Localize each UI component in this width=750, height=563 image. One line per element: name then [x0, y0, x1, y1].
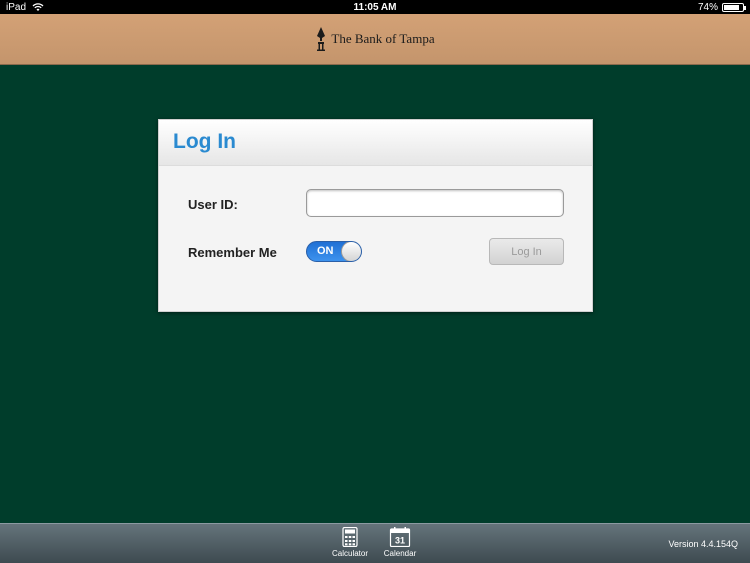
battery-icon: [722, 2, 746, 12]
calendar-day: 31: [395, 536, 405, 546]
user-id-label: User ID:: [188, 197, 238, 212]
bottom-toolbar: Calculator 31 Calendar Version 4.4.154Q: [0, 523, 750, 563]
version-label: Version 4.4.154Q: [668, 539, 738, 549]
calculator-label: Calculator: [331, 549, 368, 558]
calculator-button[interactable]: Calculator: [328, 527, 372, 558]
login-panel: Log In User ID: Remember Me ON Log In: [158, 119, 593, 312]
status-time: 11:05 AM: [353, 1, 397, 13]
fountain-pen-logo-icon: [317, 27, 326, 51]
status-bar: iPad 11:05 AM 74%: [0, 0, 750, 14]
app-header: The Bank of Tampa: [0, 14, 750, 65]
login-button[interactable]: Log In: [489, 238, 564, 265]
wifi-icon: [32, 2, 44, 11]
login-title: Log In: [173, 130, 236, 153]
toggle-state-label: ON: [317, 245, 334, 257]
calculator-icon: [342, 527, 358, 547]
calendar-label: Calendar: [383, 549, 417, 558]
brand: The Bank of Tampa: [315, 27, 435, 51]
battery-percent: 74%: [697, 1, 718, 13]
device-name: iPad: [6, 1, 27, 13]
toggle-knob: [341, 242, 361, 261]
calendar-icon: 31: [389, 527, 411, 547]
brand-name: The Bank of Tampa: [331, 31, 435, 46]
remember-me-label: Remember Me: [188, 245, 277, 260]
battery-fill: [724, 4, 739, 10]
remember-me-toggle[interactable]: ON: [306, 241, 362, 262]
user-id-input[interactable]: [306, 189, 564, 217]
login-panel-header: Log In: [159, 120, 592, 166]
calendar-button[interactable]: 31 Calendar: [378, 527, 422, 558]
